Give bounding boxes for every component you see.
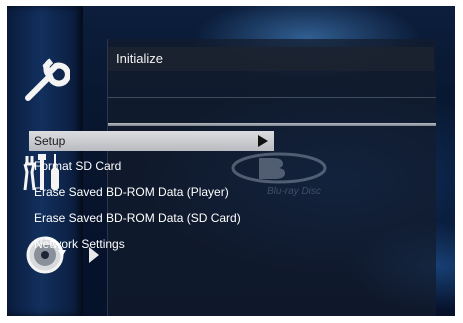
screen: Initialize Blu-ray Disc Setup Format SD … [7, 6, 455, 316]
menu-item-label: Network Settings [34, 237, 125, 251]
menu-item-erase-player[interactable]: Erase Saved BD-ROM Data (Player) [29, 182, 274, 202]
menu-item-label: Format SD Card [34, 159, 122, 173]
menu-item-label: Setup [34, 134, 66, 148]
panel-separator [108, 97, 436, 98]
menu-item-network-settings[interactable]: Network Settings [29, 234, 274, 254]
menu-item-label: Erase Saved BD-ROM Data (SD Card) [34, 211, 241, 225]
submenu-arrow-icon [258, 135, 268, 147]
panel-title: Initialize [108, 47, 434, 71]
menu-item-format-sd-card[interactable]: Format SD Card [29, 156, 274, 176]
menu-item-setup[interactable]: Setup [29, 131, 274, 151]
menu-item-label: Erase Saved BD-ROM Data (Player) [34, 185, 229, 199]
panel-divider [108, 123, 436, 126]
wrench-icon[interactable] [20, 58, 71, 108]
blu-ray-disc-watermark-text: Blu-ray Disc [267, 186, 321, 197]
menu-item-erase-sd-card[interactable]: Erase Saved BD-ROM Data (SD Card) [29, 208, 274, 228]
